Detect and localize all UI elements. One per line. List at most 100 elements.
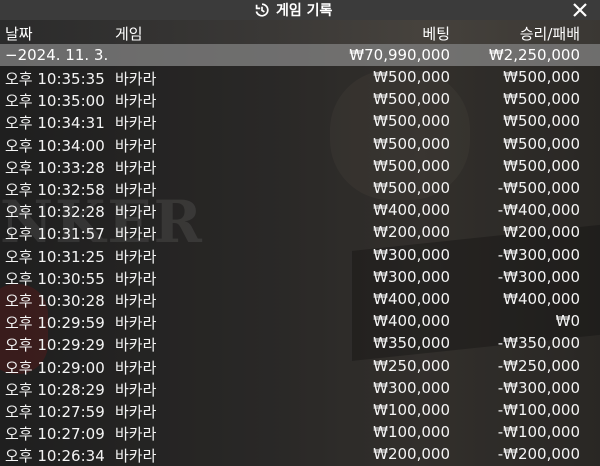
row-result: ₩0 [555,312,580,331]
row-result: -₩300,000 [497,267,580,286]
row-result: ₩500,000 [503,156,580,175]
row-time: 오후 10:34:00 [5,136,105,155]
row-time: 오후 10:29:29 [5,336,105,355]
row-result: ₩500,000 [503,90,580,109]
row-game: 바카라 [115,181,157,199]
table-row[interactable]: 오후 10:32:58 바카라 ₩500,000 -₩500,000 [0,177,600,200]
close-button[interactable] [570,0,590,20]
history-icon [255,3,269,17]
row-time: 오후 10:32:28 [5,203,105,222]
row-bet: ₩500,000 [373,134,450,153]
table-row[interactable]: 오후 10:26:34 바카라 ₩200,000 -₩200,000 [0,443,600,466]
row-time: 오후 10:34:31 [5,114,105,133]
row-result: -₩500,000 [497,179,580,197]
row-bet: ₩400,000 [373,290,450,308]
row-game: 바카라 [115,114,157,133]
table-row[interactable]: 오후 10:34:31 바카라 ₩500,000 ₩500,000 [0,110,600,133]
row-bet: ₩300,000 [373,245,450,264]
row-time: 오후 10:26:34 [5,447,105,466]
table-row[interactable]: 오후 10:35:35 바카라 ₩500,000 ₩500,000 [0,66,600,89]
column-header-date: 날짜 [5,25,33,43]
row-time: 오후 10:31:25 [5,247,105,266]
row-result: -₩100,000 [497,423,580,442]
row-game: 바카라 [115,336,157,355]
row-time: 오후 10:31:57 [5,225,105,244]
row-game: 바카라 [115,447,157,466]
row-bet: ₩500,000 [373,179,450,197]
row-game: 바카라 [115,380,157,399]
row-bet: ₩500,000 [373,68,450,86]
row-time: 오후 10:27:59 [5,403,105,421]
dialog-title: 게임 기록 [254,0,332,20]
row-result: -₩200,000 [497,445,580,464]
row-result: ₩500,000 [503,134,580,153]
row-game: 바카라 [115,403,157,421]
row-result: ₩500,000 [503,112,580,131]
column-header-win-loss: 승리/패배 [519,25,580,43]
table-row[interactable]: 오후 10:33:28 바카라 ₩500,000 ₩500,000 [0,155,600,178]
table-row[interactable]: 오후 10:31:57 바카라 ₩200,000 ₩200,000 [0,221,600,244]
dialog-header: 게임 기록 [0,0,600,20]
table-row[interactable]: 오후 10:29:59 바카라 ₩400,000 ₩0 [0,310,600,333]
row-game: 바카라 [115,314,157,333]
row-game: 바카라 [115,158,157,177]
row-time: 오후 10:35:35 [5,70,105,88]
row-bet: ₩400,000 [373,201,450,220]
row-result: -₩300,000 [497,378,580,397]
row-bet: ₩400,000 [373,312,450,331]
row-result: ₩200,000 [503,223,580,242]
row-result: ₩400,000 [503,290,580,308]
row-bet: ₩300,000 [373,267,450,286]
table-row[interactable]: 오후 10:34:00 바카라 ₩500,000 ₩500,000 [0,133,600,156]
row-time: 오후 10:27:09 [5,425,105,444]
row-bet: ₩500,000 [373,112,450,131]
row-game: 바카라 [115,358,157,377]
row-game: 바카라 [115,225,157,244]
row-game: 바카라 [115,425,157,444]
table-row[interactable]: 오후 10:31:25 바카라 ₩300,000 -₩300,000 [0,244,600,267]
summary-win-loss-total: ₩2,250,000 [488,46,580,64]
row-time: 오후 10:30:55 [5,269,105,288]
table-row[interactable]: 오후 10:30:55 바카라 ₩300,000 -₩300,000 [0,266,600,289]
row-bet: ₩100,000 [373,423,450,442]
row-game: 바카라 [115,247,157,266]
close-icon [573,3,587,17]
table-row[interactable]: 오후 10:30:28 바카라 ₩400,000 ₩400,000 [0,288,600,311]
column-header-game: 게임 [115,25,143,43]
history-list[interactable]: 오후 10:35:35 바카라 ₩500,000 ₩500,000 오후 10:35:0… [0,66,600,466]
row-time: 오후 10:30:28 [5,292,105,310]
row-result: -₩400,000 [497,201,580,220]
table-row[interactable]: 오후 10:29:00 바카라 ₩250,000 -₩250,000 [0,355,600,378]
row-result: -₩300,000 [497,245,580,264]
row-bet: ₩500,000 [373,90,450,109]
row-game: 바카라 [115,203,157,222]
row-bet: ₩200,000 [373,223,450,242]
row-game: 바카라 [115,70,157,88]
table-row[interactable]: 오후 10:35:00 바카라 ₩500,000 ₩500,000 [0,88,600,111]
row-bet: ₩100,000 [373,401,450,419]
row-game: 바카라 [115,269,157,288]
row-time: 오후 10:33:28 [5,158,105,177]
table-row[interactable]: 오후 10:32:28 바카라 ₩400,000 -₩400,000 [0,199,600,222]
dialog-title-text: 게임 기록 [276,3,333,19]
table-row[interactable]: 오후 10:29:29 바카라 ₩350,000 -₩350,000 [0,332,600,355]
row-result: -₩250,000 [497,356,580,375]
row-time: 오후 10:32:58 [5,181,105,199]
row-game: 바카라 [115,136,157,155]
column-header-bet: 베팅 [422,25,450,43]
date-summary-row[interactable]: −2024. 11. 3. ₩70,990,000 ₩2,250,000 [0,44,600,66]
row-time: 오후 10:35:00 [5,92,105,111]
row-time: 오후 10:29:00 [5,358,105,377]
summary-bet-total: ₩70,990,000 [349,46,450,64]
table-row[interactable]: 오후 10:27:59 바카라 ₩100,000 -₩100,000 [0,399,600,422]
row-game: 바카라 [115,292,157,310]
row-time: 오후 10:28:29 [5,380,105,399]
row-game: 바카라 [115,92,157,111]
row-result: -₩350,000 [497,334,580,353]
table-row[interactable]: 오후 10:27:09 바카라 ₩100,000 -₩100,000 [0,421,600,444]
column-header-row: 날짜 게임 베팅 승리/패배 [0,20,600,44]
row-bet: ₩200,000 [373,445,450,464]
row-bet: ₩250,000 [373,356,450,375]
summary-date: −2024. 11. 3. [5,46,109,64]
table-row[interactable]: 오후 10:28:29 바카라 ₩300,000 -₩300,000 [0,377,600,400]
